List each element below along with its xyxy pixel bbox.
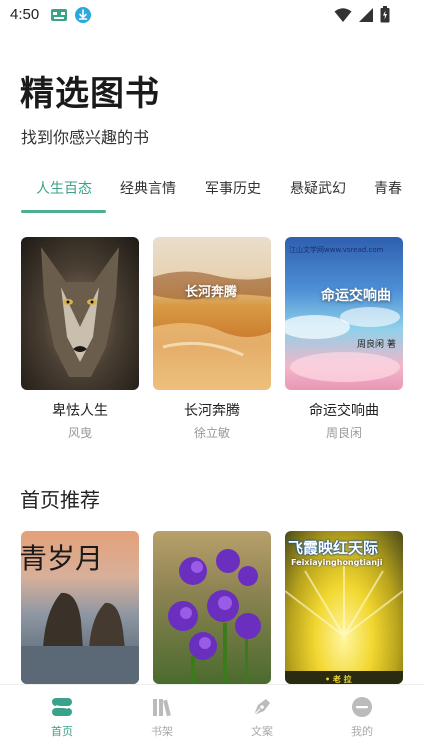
book-cover[interactable]: 江山文学网www.vsread.com 命运交响曲 周良闲 著 — [285, 237, 403, 390]
nav-label-copywriting: 文案 — [251, 725, 273, 738]
book-author: 周良闲 — [325, 426, 362, 440]
page-title: 精选图书 — [20, 74, 160, 114]
book-card[interactable]: 江山文学网www.vsread.com 命运交响曲 周良闲 著 命运交响曲 周良… — [285, 237, 403, 441]
download-icon — [75, 7, 91, 23]
book-cover[interactable]: 飞霞映红天际 Feixiayinghongtianji • 老 拉 — [285, 531, 403, 684]
tab-military-history[interactable]: 军事历史 — [205, 178, 261, 198]
home-icon — [52, 698, 72, 716]
tab-youth[interactable]: 青春 — [374, 178, 402, 198]
book-card[interactable]: 长河奔腾 长河奔腾 徐立敏 — [153, 237, 271, 441]
cover-author-text: 周良闲 著 — [357, 340, 396, 350]
recommend-book-card[interactable] — [153, 531, 271, 684]
pen-icon — [253, 699, 270, 716]
cover-subtitle-text: Feixiayinghongtianji — [291, 558, 383, 567]
tab-mystery-fantasy[interactable]: 悬疑武幻 — [290, 178, 346, 198]
sky-image — [285, 307, 400, 382]
cover-publisher-text: 江山文学网www.vsread.com — [289, 246, 384, 254]
cover-title-text: 命运交响曲 — [321, 288, 391, 304]
tab-indicator — [21, 210, 106, 213]
book-cover[interactable] — [153, 531, 271, 684]
wifi-icon — [334, 7, 352, 22]
cover-author-text: • 老 拉 — [325, 675, 352, 684]
tab-romance[interactable]: 经典言情 — [120, 178, 176, 198]
recommend-book-card[interactable]: 飞霞映红天际 Feixiayinghongtianji • 老 拉 — [285, 531, 403, 684]
nav-copywriting[interactable]: 文案 — [232, 695, 292, 739]
section-title-recommend: 首页推荐 — [20, 488, 100, 512]
nav-bookshelf[interactable]: 书架 — [132, 695, 192, 739]
app-notification-icon — [51, 9, 67, 21]
nav-label-bookshelf: 书架 — [151, 725, 173, 738]
book-author: 徐立敏 — [193, 426, 230, 440]
battery-icon — [380, 6, 390, 23]
nav-label-profile: 我的 — [351, 725, 373, 738]
status-system-icons — [334, 6, 390, 23]
book-card[interactable]: 卑怯人生 风曳 — [21, 237, 139, 441]
status-notification-icons — [50, 6, 92, 24]
violet-flowers-image — [168, 549, 261, 684]
cover-title-text: 长河奔腾 — [185, 285, 238, 300]
status-time: 4:50 — [10, 6, 40, 23]
book-title: 命运交响曲 — [309, 403, 379, 419]
bookshelf-icon — [153, 699, 171, 717]
nav-home[interactable]: 首页 — [32, 695, 92, 739]
bottom-navigation: 首页 书架 文案 我的 — [0, 684, 424, 754]
cover-title-text: 青岁月 — [21, 542, 104, 575]
wolf-image — [41, 247, 119, 377]
recommend-book-card[interactable]: 青岁月 — [21, 531, 139, 684]
book-cover[interactable]: 青岁月 — [21, 531, 139, 684]
status-bar: 4:50 — [0, 0, 424, 30]
tab-life[interactable]: 人生百态 — [36, 178, 92, 198]
cover-title-text: 飞霞映红天际 — [288, 539, 379, 557]
profile-icon — [352, 697, 372, 717]
book-cover[interactable]: 长河奔腾 — [153, 237, 271, 390]
book-title: 卑怯人生 — [52, 403, 108, 419]
river-image — [153, 271, 271, 390]
nav-profile[interactable]: 我的 — [332, 695, 392, 739]
book-title: 长河奔腾 — [184, 403, 240, 419]
signal-icon — [359, 7, 373, 22]
book-author: 风曳 — [67, 426, 92, 440]
nav-label-home: 首页 — [51, 725, 73, 738]
page-subtitle: 找到你感兴趣的书 — [21, 128, 150, 147]
book-cover[interactable] — [21, 237, 139, 390]
category-tabs: 人生百态 经典言情 军事历史 悬疑武幻 青春 — [0, 170, 424, 215]
